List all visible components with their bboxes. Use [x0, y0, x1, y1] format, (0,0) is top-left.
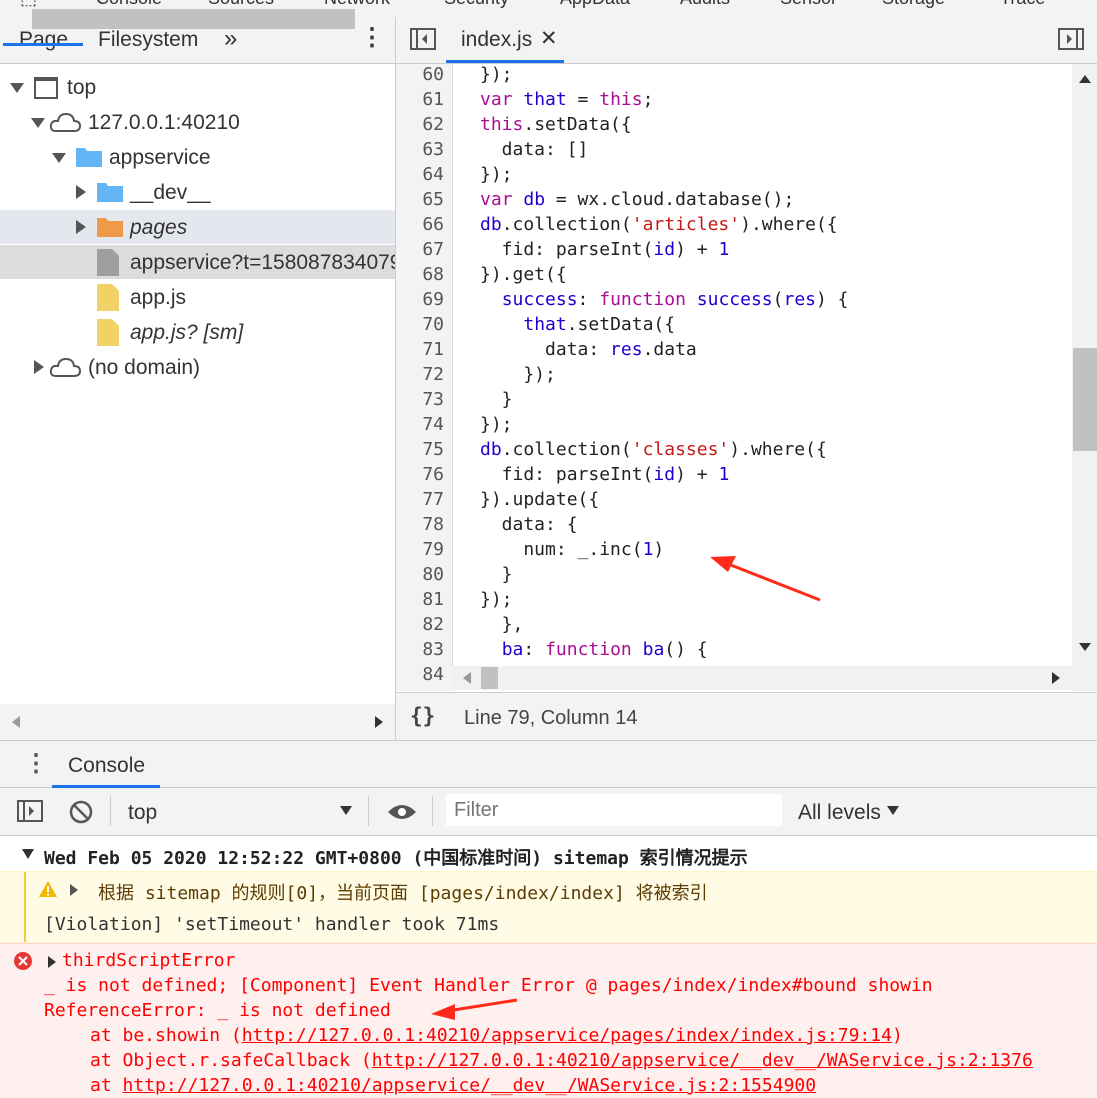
- stack-frame-text: ): [891, 1025, 903, 1046]
- context-selector[interactable]: top: [128, 801, 157, 825]
- divider: [110, 796, 111, 826]
- console-group-header[interactable]: Wed Feb 05 2020 12:52:22 GMT+0800 (中国标准时…: [44, 844, 748, 870]
- scrollbar-thumb[interactable]: [1073, 348, 1097, 451]
- error-icon: [14, 952, 32, 970]
- code-line[interactable]: });: [480, 364, 556, 385]
- code-line[interactable]: });: [480, 414, 513, 435]
- code-line[interactable]: data: res.data: [480, 339, 697, 360]
- scroll-left-icon[interactable]: [463, 672, 471, 684]
- code-line[interactable]: fid: parseInt(id) + 1: [480, 239, 730, 260]
- editor-horizontal-scrollbar[interactable]: [452, 666, 1072, 690]
- warning-icon: [39, 881, 57, 897]
- scroll-up-icon[interactable]: [1079, 75, 1091, 83]
- warning-message: 根据 sitemap 的规则[0]，当前页面 [pages/index/inde…: [98, 883, 708, 904]
- expand-arrow-icon[interactable]: [48, 956, 56, 968]
- error-reference: ReferenceError: _ is not defined: [44, 1000, 391, 1021]
- code-line[interactable]: db.collection('classes').where({: [480, 439, 827, 460]
- editor-status-bar: {} Line 79, Column 14: [396, 692, 1097, 741]
- scroll-right-icon[interactable]: [375, 716, 383, 728]
- code-line[interactable]: num: _.inc(1): [480, 539, 664, 560]
- code-line[interactable]: var db = wx.cloud.database();: [480, 189, 794, 210]
- stack-frame-text: at Object.r.safeCallback (: [90, 1050, 372, 1071]
- console-warning-row: 根据 sitemap 的规则[0]，当前页面 [pages/index/inde…: [0, 871, 1097, 909]
- console-toolbar: top All levels: [0, 788, 1097, 836]
- code-line[interactable]: }).get({: [480, 264, 567, 285]
- scroll-down-icon[interactable]: [1079, 643, 1091, 651]
- code-line[interactable]: var that = this;: [480, 89, 653, 110]
- stack-frame: at Object.r.safeCallback (http://127.0.0…: [90, 1050, 1033, 1071]
- error-title[interactable]: thirdScriptError: [62, 950, 235, 971]
- code-line[interactable]: data: []: [480, 139, 589, 160]
- kebab-menu-icon[interactable]: ⋮: [24, 749, 48, 778]
- code-line[interactable]: success: function success(res) {: [480, 289, 849, 310]
- group-indent-bar: [24, 908, 26, 942]
- code-line[interactable]: data: {: [480, 514, 578, 535]
- group-indent-bar: [24, 872, 26, 908]
- code-line[interactable]: }).update({: [480, 489, 599, 510]
- scroll-right-icon[interactable]: [1052, 672, 1060, 684]
- drawer-tabs: ⋮ Console: [0, 740, 1097, 788]
- stack-frame-text: at: [90, 1075, 123, 1096]
- divider: [432, 796, 433, 826]
- code-line[interactable]: });: [480, 64, 513, 85]
- drawer-tab-console[interactable]: Console: [68, 754, 145, 778]
- show-sidebar-icon[interactable]: [17, 800, 43, 822]
- stack-frame: at http://127.0.0.1:40210/appservice/__d…: [90, 1075, 816, 1096]
- scroll-left-icon[interactable]: [12, 716, 20, 728]
- stack-frame-link[interactable]: http://127.0.0.1:40210/appservice/pages/…: [242, 1025, 892, 1046]
- stack-frame-text: at be.showin (: [90, 1025, 242, 1046]
- code-line[interactable]: that.setData({: [480, 314, 675, 335]
- code-line[interactable]: },: [480, 614, 524, 635]
- navigator-horizontal-scrollbar[interactable]: [0, 704, 395, 740]
- stack-frame-link[interactable]: http://127.0.0.1:40210/appservice/__dev_…: [123, 1075, 817, 1096]
- annotation-arrow: [710, 556, 821, 602]
- code-editor[interactable]: }); var that = this; this.setData({ data: …: [0, 0, 1072, 666]
- divider: [368, 796, 369, 826]
- clear-console-icon[interactable]: [69, 800, 93, 824]
- log-levels-selector[interactable]: All levels: [798, 801, 881, 825]
- scrollbar-thumb[interactable]: [481, 667, 498, 689]
- dropdown-arrow-icon[interactable]: [887, 806, 899, 815]
- cursor-position: Line 79, Column 14: [464, 707, 638, 729]
- pretty-print-icon[interactable]: {}: [410, 704, 435, 728]
- line-number[interactable]: 84: [396, 664, 444, 685]
- annotation-arrow: [431, 998, 518, 1020]
- code-line[interactable]: }: [480, 389, 513, 410]
- code-line[interactable]: ba: function ba() {: [480, 639, 708, 660]
- expand-arrow-icon[interactable]: [70, 884, 78, 896]
- code-line[interactable]: });: [480, 164, 513, 185]
- code-line[interactable]: this.setData({: [480, 114, 632, 135]
- code-line[interactable]: });: [480, 589, 513, 610]
- eye-icon[interactable]: [387, 802, 417, 822]
- error-message: _ is not defined; [Component] Event Hand…: [44, 975, 933, 996]
- code-line[interactable]: }: [480, 564, 513, 585]
- dropdown-arrow-icon[interactable]: [340, 806, 352, 815]
- collapse-group-icon[interactable]: [22, 849, 34, 859]
- stack-frame-link[interactable]: http://127.0.0.1:40210/appservice/__dev_…: [372, 1050, 1033, 1071]
- code-line[interactable]: fid: parseInt(id) + 1: [480, 464, 730, 485]
- console-error-row: thirdScriptError _ is not defined; [Comp…: [0, 943, 1097, 1098]
- stack-frame: at be.showin (http://127.0.0.1:40210/app…: [90, 1025, 903, 1046]
- violation-message: [Violation] 'setTimeout' handler took 71…: [44, 914, 500, 935]
- console-filter-input[interactable]: [446, 794, 782, 826]
- code-line[interactable]: db.collection('articles').where({: [480, 214, 838, 235]
- console-violation-row: [Violation] 'setTimeout' handler took 71…: [0, 908, 1097, 943]
